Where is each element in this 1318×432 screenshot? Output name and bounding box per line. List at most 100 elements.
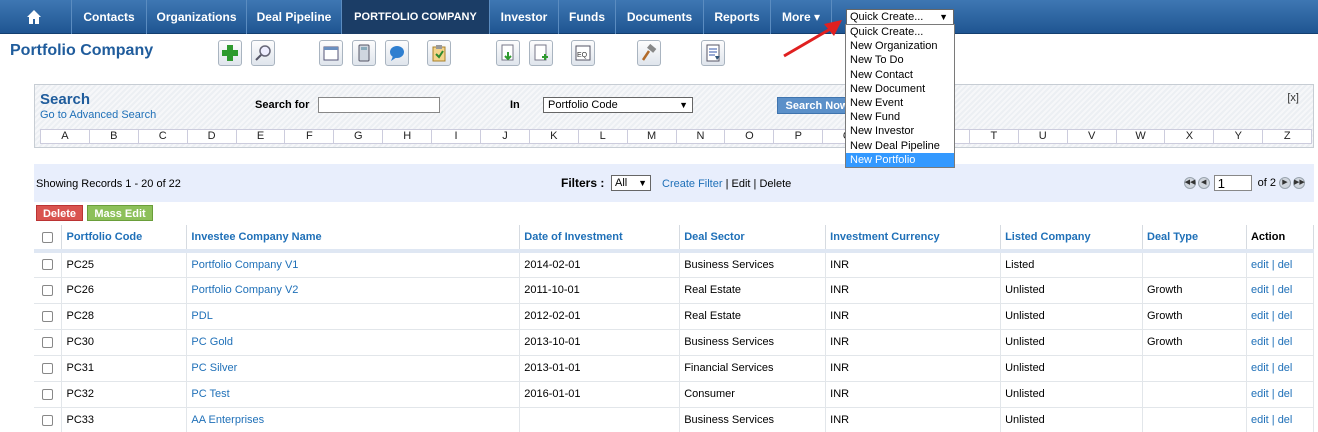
nav-investor[interactable]: Investor bbox=[489, 0, 558, 34]
select-all-checkbox[interactable] bbox=[42, 231, 54, 243]
create-filter-link[interactable]: Create Filter bbox=[662, 178, 723, 190]
qc-item-new-event[interactable]: New Event bbox=[846, 96, 954, 110]
del-link[interactable]: del bbox=[1278, 362, 1293, 374]
alpha-l[interactable]: L bbox=[579, 130, 628, 143]
alpha-h[interactable]: H bbox=[383, 130, 433, 143]
cell-company-link[interactable]: AA Enterprises bbox=[186, 407, 521, 432]
alpha-j[interactable]: J bbox=[481, 130, 530, 143]
nav-portfolio-company[interactable]: PORTFOLIO COMPANY bbox=[341, 0, 489, 34]
cell-company-link[interactable]: Portfolio Company V2 bbox=[186, 277, 521, 304]
search-button[interactable] bbox=[251, 40, 275, 66]
alpha-a[interactable]: A bbox=[41, 130, 90, 143]
col-investment-currency[interactable]: Investment Currency bbox=[825, 225, 1002, 253]
alpha-k[interactable]: K bbox=[530, 130, 579, 143]
report-button[interactable] bbox=[701, 40, 725, 66]
cell-company-link[interactable]: PDL bbox=[186, 303, 521, 330]
alpha-g[interactable]: G bbox=[334, 130, 384, 143]
alpha-v[interactable]: V bbox=[1068, 130, 1117, 143]
page-number-input[interactable] bbox=[1213, 175, 1252, 191]
qc-item-new-fund[interactable]: New Fund bbox=[846, 110, 954, 124]
alpha-x[interactable]: X bbox=[1165, 130, 1215, 143]
search-input[interactable] bbox=[318, 97, 440, 113]
col-listed-company[interactable]: Listed Company bbox=[1000, 225, 1143, 253]
edit-link[interactable]: edit bbox=[1251, 336, 1269, 348]
cell-company-link[interactable]: PC Gold bbox=[186, 329, 521, 356]
export-button[interactable] bbox=[529, 40, 553, 66]
edit-link[interactable]: edit bbox=[1251, 310, 1269, 322]
calendar-button[interactable] bbox=[319, 40, 343, 66]
qc-item-new-portfolio[interactable]: New Portfolio bbox=[846, 152, 954, 167]
alpha-w[interactable]: W bbox=[1117, 130, 1166, 143]
nav-documents[interactable]: Documents bbox=[615, 0, 703, 34]
chat-button[interactable] bbox=[385, 40, 409, 66]
cell-company-link[interactable]: PC Silver bbox=[186, 355, 521, 382]
search-field-select[interactable]: Portfolio Code ▼ bbox=[543, 97, 693, 113]
import-button[interactable] bbox=[496, 40, 520, 66]
col-portfolio-code[interactable]: Portfolio Code bbox=[61, 225, 188, 253]
cell-company-link[interactable]: PC Test bbox=[186, 381, 521, 408]
qc-item-new-deal-pipeline[interactable]: New Deal Pipeline bbox=[846, 139, 954, 153]
alpha-i[interactable]: I bbox=[432, 130, 482, 143]
del-link[interactable]: del bbox=[1278, 388, 1293, 400]
alpha-t[interactable]: T bbox=[970, 130, 1019, 143]
find-duplicates-button[interactable]: EQ bbox=[571, 40, 595, 66]
row-checkbox[interactable] bbox=[42, 414, 54, 426]
qc-item-new-to-do[interactable]: New To Do bbox=[846, 53, 954, 67]
prev-page-icon[interactable]: ◀ bbox=[1197, 177, 1210, 189]
filter-select[interactable]: All ▼ bbox=[611, 175, 651, 191]
qc-item-new-contact[interactable]: New Contact bbox=[846, 68, 954, 82]
del-link[interactable]: del bbox=[1278, 414, 1293, 426]
row-checkbox[interactable] bbox=[42, 336, 54, 348]
col-date-of-investment[interactable]: Date of Investment bbox=[519, 225, 681, 253]
first-page-icon[interactable]: ◀◀ bbox=[1183, 177, 1196, 189]
calculator-button[interactable] bbox=[352, 40, 376, 66]
edit-link[interactable]: edit bbox=[1251, 388, 1269, 400]
close-search-button[interactable]: [x] bbox=[1287, 92, 1299, 104]
settings-button[interactable] bbox=[637, 40, 661, 66]
del-link[interactable]: del bbox=[1278, 259, 1293, 271]
delete-filter-link[interactable]: Delete bbox=[759, 178, 791, 190]
alpha-e[interactable]: E bbox=[237, 130, 286, 143]
alpha-p[interactable]: P bbox=[774, 130, 824, 143]
row-checkbox[interactable] bbox=[42, 284, 54, 296]
delete-button[interactable]: Delete bbox=[36, 205, 83, 221]
col-deal-type[interactable]: Deal Type bbox=[1142, 225, 1247, 253]
alpha-y[interactable]: Y bbox=[1214, 130, 1264, 143]
row-checkbox[interactable] bbox=[42, 388, 54, 400]
alpha-m[interactable]: M bbox=[628, 130, 677, 143]
del-link[interactable]: del bbox=[1278, 310, 1293, 322]
edit-link[interactable]: edit bbox=[1251, 284, 1269, 296]
cell-company-link[interactable]: Portfolio Company V1 bbox=[186, 251, 521, 278]
advanced-search-link[interactable]: Go to Advanced Search bbox=[40, 109, 156, 121]
col-investee-company-name[interactable]: Investee Company Name bbox=[186, 225, 521, 253]
next-page-icon[interactable]: ▶ bbox=[1279, 177, 1291, 189]
del-link[interactable]: del bbox=[1278, 336, 1293, 348]
qc-item-new-investor[interactable]: New Investor bbox=[846, 124, 954, 138]
edit-link[interactable]: edit bbox=[1251, 259, 1269, 271]
last-page-icon[interactable]: ▶▶ bbox=[1293, 177, 1305, 189]
alpha-b[interactable]: B bbox=[90, 130, 139, 143]
del-link[interactable]: del bbox=[1278, 284, 1293, 296]
row-checkbox[interactable] bbox=[42, 362, 54, 374]
clipboard-button[interactable] bbox=[427, 40, 451, 66]
nav-contacts[interactable]: Contacts bbox=[71, 0, 146, 34]
col-deal-sector[interactable]: Deal Sector bbox=[679, 225, 827, 253]
alpha-o[interactable]: O bbox=[725, 130, 775, 143]
nav-funds[interactable]: Funds bbox=[558, 0, 615, 34]
qc-item-new-document[interactable]: New Document bbox=[846, 82, 954, 96]
row-checkbox[interactable] bbox=[42, 259, 54, 271]
qc-item-quick-create[interactable]: Quick Create... bbox=[846, 25, 954, 39]
mass-edit-button[interactable]: Mass Edit bbox=[87, 205, 153, 221]
edit-link[interactable]: edit bbox=[1251, 414, 1269, 426]
quick-create-select[interactable]: Quick Create... ▼ bbox=[846, 9, 954, 25]
alpha-c[interactable]: C bbox=[139, 130, 188, 143]
alpha-d[interactable]: D bbox=[188, 130, 237, 143]
edit-filter-link[interactable]: Edit bbox=[732, 178, 751, 190]
nav-deal-pipeline[interactable]: Deal Pipeline bbox=[246, 0, 341, 34]
alpha-n[interactable]: N bbox=[677, 130, 726, 143]
alpha-z[interactable]: Z bbox=[1263, 130, 1311, 143]
qc-item-new-organization[interactable]: New Organization bbox=[846, 39, 954, 53]
add-button[interactable] bbox=[218, 40, 242, 66]
row-checkbox[interactable] bbox=[42, 310, 54, 322]
nav-reports[interactable]: Reports bbox=[703, 0, 770, 34]
